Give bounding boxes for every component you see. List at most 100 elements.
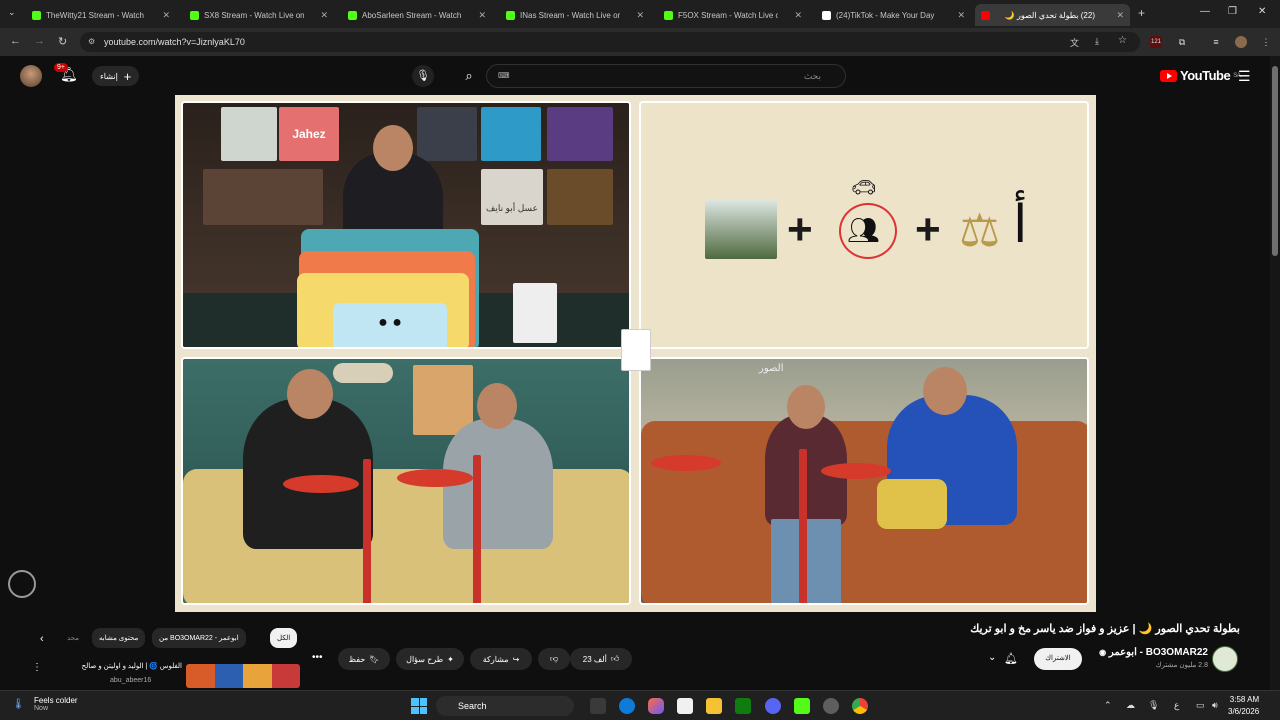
chip-more[interactable]: محد bbox=[60, 628, 86, 648]
kick-icon bbox=[190, 10, 199, 20]
shelf-books bbox=[547, 169, 613, 225]
back-icon[interactable]: ← bbox=[10, 35, 21, 47]
xbox-icon[interactable] bbox=[735, 698, 751, 714]
tab-title: (22) بطولة تحدي الصور 🌙 bbox=[1004, 10, 1095, 20]
share-button[interactable]: مشاركة ↪ bbox=[470, 648, 532, 670]
browser-toolbar: ← → ↻ ⚙ youtube.com/watch?v=JiznlyaKL70 … bbox=[0, 28, 1280, 56]
close-icon[interactable]: ✕ bbox=[478, 10, 486, 21]
weather-widget[interactable]: Feels colder Now bbox=[34, 696, 78, 712]
browser-tab-0[interactable]: TheWitty21 Stream - Watch Live ✕ bbox=[26, 4, 176, 26]
thumbs-up-icon: 👍︎ bbox=[610, 654, 620, 663]
chip-all[interactable]: الكل bbox=[270, 628, 298, 648]
close-icon[interactable]: ✕ bbox=[1116, 10, 1124, 21]
browser-tab-5[interactable]: (24)TikTok - Make Your Day ✕ bbox=[816, 4, 971, 26]
extension-badge-icon[interactable]: 121 bbox=[1150, 36, 1162, 48]
address-bar[interactable]: ⚙ youtube.com/watch?v=JiznlyaKL70 文 ⤓ ☆ bbox=[80, 32, 1140, 52]
youtube-logo[interactable]: YouTube SA bbox=[1160, 68, 1241, 83]
extensions-puzzle-icon[interactable]: ⧉ bbox=[1176, 36, 1188, 48]
site-info-icon[interactable]: ⚙ bbox=[88, 37, 95, 46]
media-control-icon[interactable]: ≡ bbox=[1210, 36, 1222, 48]
forward-icon[interactable]: → bbox=[34, 35, 45, 47]
chip-related[interactable]: محتوى مشابه bbox=[92, 628, 146, 648]
taskbar-search[interactable]: Search bbox=[436, 696, 574, 716]
bookmark-star-icon[interactable]: ☆ bbox=[1118, 35, 1127, 46]
video-panel-team-a bbox=[181, 357, 631, 605]
settings-gear-icon[interactable] bbox=[823, 698, 839, 714]
file-explorer-icon[interactable] bbox=[706, 698, 722, 714]
install-icon[interactable]: ⤓ bbox=[1095, 36, 1099, 47]
account-avatar[interactable] bbox=[20, 65, 42, 87]
plus-icon: + bbox=[123, 68, 132, 84]
like-count: 23 ألف bbox=[582, 654, 607, 664]
microphone-icon[interactable]: 🎙︎ bbox=[1148, 700, 1159, 711]
ask-label: طرح سؤال bbox=[406, 654, 444, 664]
car-icon: 🚗︎ bbox=[851, 177, 877, 199]
new-tab-button[interactable]: + bbox=[1138, 6, 1145, 20]
translate-icon[interactable]: 文 bbox=[1070, 36, 1079, 49]
table-leg bbox=[799, 449, 807, 603]
windows-start-icon[interactable] bbox=[411, 698, 427, 714]
search-input[interactable]: بحث bbox=[486, 64, 846, 88]
jahez-logo: Jahez bbox=[279, 107, 339, 161]
tab-search-icon[interactable]: ⌄ bbox=[8, 7, 16, 18]
copilot-icon[interactable] bbox=[648, 698, 664, 714]
dislike-button[interactable]: 👎︎ bbox=[538, 648, 570, 670]
maximize-icon[interactable]: ❐ bbox=[1228, 6, 1237, 17]
scrollbar-thumb[interactable] bbox=[1272, 66, 1278, 256]
close-window-icon[interactable]: ✕ bbox=[1258, 6, 1266, 17]
browser-tab-4[interactable]: F5OX Stream - Watch Live on K ✕ bbox=[658, 4, 808, 26]
ask-button[interactable]: طرح سؤال ✦ bbox=[396, 648, 464, 670]
hamburger-menu-icon[interactable]: ☰ bbox=[1238, 68, 1251, 85]
more-options-icon[interactable]: ⋮ bbox=[32, 662, 42, 673]
more-actions-icon[interactable]: ••• bbox=[312, 652, 323, 663]
keyboard-icon[interactable]: ⌨ bbox=[498, 71, 510, 80]
shelf-row bbox=[203, 169, 323, 225]
video-player[interactable]: Jahez عسل أبو نايف ● ● + 👥︎ 🚗︎ + ⚖ أ الص… bbox=[175, 95, 1096, 612]
logo-text: YouTube bbox=[1180, 68, 1231, 83]
volume-icon[interactable]: 🔊︎ bbox=[1212, 700, 1218, 711]
store-icon[interactable] bbox=[677, 698, 693, 714]
shelf-logo-box bbox=[547, 107, 613, 161]
browser-tab-1[interactable]: SX8 Stream - Watch Live on Ki ✕ bbox=[184, 4, 334, 26]
page-scrollbar[interactable] bbox=[1270, 56, 1280, 690]
comment-handle: abu_abeer16 bbox=[110, 677, 152, 684]
task-view-icon[interactable] bbox=[590, 698, 606, 714]
onedrive-icon[interactable]: ☁ bbox=[1126, 700, 1135, 711]
browser-tab-active[interactable]: (22) بطولة تحدي الصور 🌙 ✕ bbox=[975, 4, 1130, 26]
chrome-icon[interactable] bbox=[852, 698, 868, 714]
chip-from-channel[interactable]: من BO3OMAR22 - ابوعمر bbox=[152, 628, 246, 648]
minimize-icon[interactable]: — bbox=[1200, 6, 1210, 17]
close-icon[interactable]: ✕ bbox=[794, 10, 802, 21]
discord-icon[interactable] bbox=[765, 698, 781, 714]
tray-chevron-icon[interactable]: ⌃ bbox=[1104, 700, 1112, 711]
lab-flask-image bbox=[705, 199, 777, 259]
create-label: إنشاء bbox=[100, 71, 118, 81]
shelf-box bbox=[417, 107, 477, 161]
save-button[interactable]: حفظ 🔖︎ bbox=[338, 648, 390, 670]
create-button[interactable]: إنشاء + bbox=[92, 66, 140, 86]
channel-avatar[interactable] bbox=[1212, 646, 1238, 672]
profile-avatar[interactable] bbox=[1235, 36, 1247, 48]
live-thumbnail-strip[interactable] bbox=[186, 664, 300, 688]
reload-icon[interactable]: ↻ bbox=[58, 35, 67, 48]
search-icon[interactable]: ⌕ bbox=[458, 65, 480, 87]
input-language[interactable]: ع bbox=[1174, 700, 1179, 711]
browser-menu-icon[interactable]: ⋮ bbox=[1260, 36, 1272, 48]
system-clock[interactable]: 3:58 AM 3/6/2026 bbox=[1228, 694, 1259, 718]
edge-icon[interactable] bbox=[619, 698, 635, 714]
close-icon[interactable]: ✕ bbox=[162, 10, 170, 21]
browser-tab-3[interactable]: INas Stream - Watch Live on Ki ✕ bbox=[500, 4, 650, 26]
close-icon[interactable]: ✕ bbox=[320, 10, 328, 21]
chevron-down-icon[interactable]: ⌄ bbox=[988, 652, 996, 663]
close-icon[interactable]: ✕ bbox=[957, 10, 965, 21]
browser-tab-2[interactable]: AboSarleen Stream - Watch Liv ✕ bbox=[342, 4, 492, 26]
kick-app-icon[interactable] bbox=[794, 698, 810, 714]
voice-search-icon[interactable]: 🎙︎ bbox=[412, 65, 434, 87]
like-button[interactable]: 23 ألف 👍︎ bbox=[570, 648, 632, 670]
channel-name[interactable]: BO3OMAR22 - ابوعمر ◉ bbox=[1098, 647, 1208, 658]
channel-notification-bell-icon[interactable]: 🔔︎ bbox=[1004, 652, 1018, 665]
subscribe-button[interactable]: الاشتراك bbox=[1034, 648, 1082, 670]
network-icon[interactable]: ▭ bbox=[1196, 700, 1205, 711]
close-icon[interactable]: ✕ bbox=[636, 10, 644, 21]
chevron-left-icon[interactable]: ‹ bbox=[40, 633, 44, 645]
